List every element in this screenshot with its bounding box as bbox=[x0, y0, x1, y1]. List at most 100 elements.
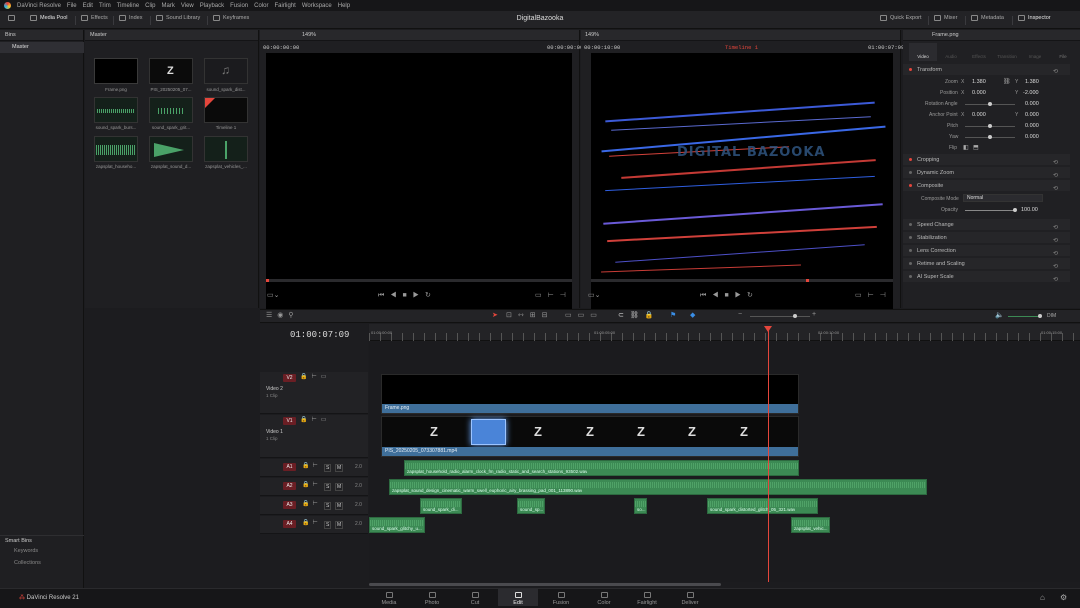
smart-bin-keywords[interactable]: Keywords bbox=[14, 548, 38, 554]
zoom-out-icon[interactable]: − bbox=[738, 311, 742, 318]
track-a4-solo[interactable]: S bbox=[324, 521, 332, 529]
track-a3-controls[interactable]: 🔒⊢ bbox=[302, 500, 321, 507]
menu-workspace[interactable]: Workspace bbox=[302, 3, 332, 9]
page-fusion[interactable]: Fusion bbox=[541, 592, 581, 606]
menu-file[interactable]: File bbox=[67, 3, 77, 9]
volume-icon[interactable]: 🔈 bbox=[995, 311, 1004, 319]
menu-fairlight[interactable]: Fairlight bbox=[274, 3, 295, 9]
timeline-scrollbar[interactable] bbox=[369, 583, 721, 586]
zoom-in-icon[interactable]: + bbox=[812, 311, 816, 318]
track-v2-controls[interactable]: 🔒⊢▭ bbox=[300, 373, 330, 380]
timeline-match-frame-icon[interactable]: ▭⊢⊣ bbox=[855, 291, 892, 299]
menu-color[interactable]: Color bbox=[254, 3, 268, 9]
track-a2-solo[interactable]: S bbox=[324, 483, 332, 491]
clip-pis-video[interactable]: Z Z Z Z Z Z PIS_20250205_073307881.mp4 bbox=[381, 416, 799, 457]
position-y-field[interactable]: -2.000 bbox=[1023, 90, 1039, 96]
home-icon[interactable]: ⌂ bbox=[1040, 593, 1045, 602]
enable-dot-icon[interactable] bbox=[909, 68, 912, 71]
timeline-viewer-screen[interactable]: DIGITAL BAZOOKA bbox=[591, 53, 893, 309]
toolbar-toggle-button[interactable] bbox=[8, 15, 15, 21]
flag-icon[interactable]: ⚑ bbox=[670, 311, 676, 319]
playhead-line[interactable] bbox=[768, 330, 769, 582]
rotation-field[interactable]: 0.000 bbox=[1025, 101, 1039, 107]
yaw-field[interactable]: 0.000 bbox=[1025, 134, 1039, 140]
timeline-timecode[interactable]: 01:00:07:09 bbox=[290, 330, 349, 340]
clip-audio-spark-glitchy[interactable]: sound_spark_glitchy_u... bbox=[369, 517, 425, 533]
opacity-field[interactable]: 100.00 bbox=[1021, 207, 1038, 213]
link-icon[interactable]: ⛓ bbox=[1003, 78, 1011, 85]
clip-audio-spark-3[interactable]: so... bbox=[634, 498, 647, 514]
tab-file[interactable]: File bbox=[1049, 43, 1077, 61]
menu-timeline[interactable]: Timeline bbox=[117, 3, 139, 9]
source-match-frame-icon[interactable]: ▭⊢⊣ bbox=[535, 291, 572, 299]
lens-correction-section-header[interactable]: Lens Correction bbox=[903, 245, 1070, 256]
retime-scaling-section-header[interactable]: Retime and Scaling bbox=[903, 258, 1070, 269]
index-button[interactable]: Index bbox=[119, 15, 142, 21]
page-color[interactable]: Color bbox=[584, 592, 624, 606]
clip-audio-sound-design[interactable]: zapsplat_sound_design_cinematic_warm_swe… bbox=[389, 479, 927, 495]
track-a3-solo[interactable]: S bbox=[324, 502, 332, 510]
menu-clip[interactable]: Clip bbox=[145, 3, 155, 9]
track-a1-controls[interactable]: 🔒⊢ bbox=[302, 462, 321, 469]
media-item-household[interactable] bbox=[94, 136, 138, 162]
opacity-slider[interactable] bbox=[965, 210, 1015, 211]
cropping-section-header[interactable]: Cropping bbox=[903, 154, 1070, 165]
timeline-view-icons[interactable]: ☰◉⚲ bbox=[266, 311, 299, 319]
media-pool-button[interactable]: Media Pool bbox=[30, 15, 68, 21]
track-a1-mute[interactable]: M bbox=[335, 464, 344, 472]
clip-frame-png[interactable]: Frame.png bbox=[381, 374, 799, 414]
track-a4-mute[interactable]: M bbox=[335, 521, 344, 529]
bin-master[interactable]: Master bbox=[0, 42, 84, 53]
timeline-viewer-zoom[interactable]: 149% bbox=[585, 32, 599, 38]
marker-icon[interactable]: ◆ bbox=[690, 311, 695, 319]
media-item-timeline-1[interactable] bbox=[204, 97, 248, 123]
source-zoom[interactable]: 149% bbox=[302, 32, 316, 38]
inspector-button[interactable]: Inspector bbox=[1018, 15, 1051, 21]
track-a3-mute[interactable]: M bbox=[335, 502, 344, 510]
page-deliver[interactable]: Deliver bbox=[670, 592, 710, 606]
menu-playback[interactable]: Playback bbox=[200, 3, 224, 9]
reset-icons-column[interactable]: ⟲ ⟲ ⟲ ⟲ ⟲ ⟲ ⟲ ⟲ ⟲ bbox=[1053, 66, 1058, 287]
media-item-vehicles[interactable] bbox=[204, 136, 248, 162]
page-cut[interactable]: Cut bbox=[455, 592, 495, 606]
settings-gear-icon[interactable]: ⚙ bbox=[1060, 593, 1067, 602]
track-a2-controls[interactable]: 🔒⊢ bbox=[302, 481, 321, 488]
composite-section-header[interactable]: Composite bbox=[903, 180, 1070, 191]
timeline-viewer-name[interactable]: Timeline 1 bbox=[725, 44, 758, 51]
dynamic-zoom-section-header[interactable]: Dynamic Zoom bbox=[903, 167, 1070, 178]
snap-link-icons[interactable]: ⊂⛓🔒 bbox=[618, 311, 659, 319]
menu-mark[interactable]: Mark bbox=[162, 3, 175, 9]
menu-edit[interactable]: Edit bbox=[83, 3, 93, 9]
clip-audio-household-radio[interactable]: zapsplat_household_radio_alarm_clock_fm_… bbox=[404, 460, 799, 476]
track-a1-solo[interactable]: S bbox=[324, 464, 332, 472]
track-a2-mute[interactable]: M bbox=[335, 483, 344, 491]
source-view-options-icon[interactable]: ▭⌄ bbox=[267, 291, 279, 299]
menu-help[interactable]: Help bbox=[338, 3, 350, 9]
metadata-button[interactable]: Metadata bbox=[971, 15, 1004, 21]
source-viewer-screen[interactable] bbox=[266, 53, 572, 309]
clip-audio-spark-glitch[interactable]: sound_spark_distorted_glitch_05_321.wav bbox=[707, 498, 818, 514]
edit-tools-icons[interactable]: ⊡⇿⊞⊟ bbox=[506, 311, 553, 319]
source-scrubber[interactable] bbox=[266, 279, 572, 282]
tab-image[interactable]: Image bbox=[1021, 43, 1049, 61]
media-item-pis[interactable]: Z bbox=[149, 58, 193, 84]
clip-audio-spark-2[interactable]: sound_sp... bbox=[517, 498, 545, 514]
tab-video[interactable]: Video bbox=[909, 43, 937, 61]
position-x-field[interactable]: 0.000 bbox=[972, 90, 986, 96]
track-v1-controls[interactable]: 🔒⊢▭ bbox=[300, 416, 330, 423]
quick-export-button[interactable]: Quick Export bbox=[880, 15, 921, 21]
flip-horizontal-icon[interactable]: ◧ bbox=[963, 144, 969, 151]
media-item-frame[interactable] bbox=[94, 58, 138, 84]
media-item-sound-design[interactable] bbox=[149, 136, 193, 162]
zoom-x-field[interactable]: 1.380 bbox=[972, 79, 986, 85]
effects-button[interactable]: Effects bbox=[81, 15, 108, 21]
timeline-ruler[interactable]: 01:00:00:00 01:00:05:00 01:00:10:00 01:0… bbox=[369, 324, 1080, 341]
pitch-field[interactable]: 0.000 bbox=[1025, 123, 1039, 129]
sound-library-button[interactable]: Sound Library bbox=[156, 15, 200, 21]
menu-view[interactable]: View bbox=[181, 3, 194, 9]
track-a4-controls[interactable]: 🔒⊢ bbox=[302, 519, 321, 526]
stabilization-section-header[interactable]: Stabilization bbox=[903, 232, 1070, 243]
mixer-button[interactable]: Mixer bbox=[934, 15, 957, 21]
tab-audio[interactable]: Audio bbox=[937, 43, 965, 61]
clip-audio-spark-1[interactable]: sound_spark_di... bbox=[420, 498, 462, 514]
